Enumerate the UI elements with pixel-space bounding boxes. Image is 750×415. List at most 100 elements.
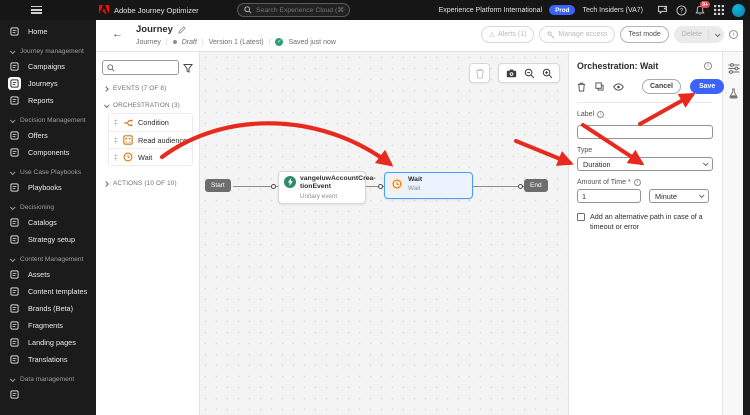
- sidebar-item-reports[interactable]: Reports: [0, 92, 96, 109]
- snapshot-camera-icon[interactable]: [506, 68, 517, 78]
- sidebar-item-catalogs[interactable]: Catalogs: [0, 214, 96, 231]
- duplicate-icon[interactable]: [595, 82, 604, 91]
- amount-info-icon[interactable]: i: [633, 179, 641, 186]
- experiment-flask-icon[interactable]: [727, 87, 740, 100]
- sidebar-item-label: Journeys: [28, 79, 58, 88]
- feedback-icon[interactable]: [656, 4, 668, 16]
- drag-handle-icon[interactable]: [114, 119, 118, 126]
- palette-section-actions[interactable]: ACTIONS (10 OF 10): [103, 180, 193, 187]
- org-name[interactable]: Experience Platform International: [439, 7, 543, 14]
- zoom-in-icon[interactable]: [542, 68, 553, 79]
- drag-handle-icon[interactable]: [114, 136, 118, 144]
- wait-clock-icon: [123, 152, 133, 162]
- palette-search-input[interactable]: [118, 64, 174, 71]
- chevron-down-icon: [9, 375, 16, 382]
- sidebar-item-label: Campaigns: [28, 62, 65, 71]
- back-arrow-icon[interactable]: ←: [112, 29, 123, 40]
- type-select[interactable]: Duration: [577, 157, 713, 171]
- sidebar-section-data-management[interactable]: Data management: [0, 373, 96, 386]
- unit-select[interactable]: Minute: [649, 189, 709, 203]
- node-palette: EVENTS (7 OF 8) ORCHESTRATION (3) Condit…: [96, 52, 200, 415]
- palette-section-events[interactable]: EVENTS (7 OF 8): [103, 85, 193, 92]
- sidebar-item-offers[interactable]: Offers: [0, 127, 96, 144]
- sidebar-section-content-management[interactable]: Content Management: [0, 253, 96, 266]
- chevron-down-icon: [698, 192, 705, 199]
- palette-section-orchestration[interactable]: ORCHESTRATION (3): [103, 101, 193, 109]
- properties-sliders-icon[interactable]: [727, 62, 740, 75]
- alternative-path-checkbox[interactable]: [577, 213, 585, 221]
- reports-icon: [8, 94, 21, 107]
- notifications-bell-icon[interactable]: 9+: [694, 1, 710, 16]
- sidebar-item-home[interactable]: Home: [0, 23, 96, 40]
- sidebar-item-content-templates[interactable]: Content templates: [0, 283, 96, 300]
- sidebar-section-journey-management[interactable]: Journey management: [0, 45, 96, 58]
- sidebar-item-campaigns[interactable]: Campaigns: [0, 58, 96, 75]
- palette-item-wait[interactable]: Wait: [109, 148, 192, 165]
- event-node[interactable]: vangeluwAccountCrea- tionEvent Unitary e…: [278, 171, 376, 204]
- sidebar-item-translations[interactable]: Translations: [0, 351, 96, 368]
- journey-info-icon[interactable]: i: [729, 30, 738, 39]
- journey-canvas[interactable]: Start vangeluwAccountCrea- tionEvent Uni…: [200, 52, 568, 415]
- user-avatar[interactable]: [732, 3, 745, 17]
- zoom-out-icon[interactable]: [524, 68, 535, 79]
- status-dot-icon: [172, 40, 177, 44]
- key-icon: [547, 31, 555, 39]
- amount-input[interactable]: [577, 189, 641, 203]
- sidebar-item-partial[interactable]: [0, 386, 96, 403]
- palette-item-condition[interactable]: Condition: [109, 114, 192, 131]
- connector-port[interactable]: [378, 183, 383, 189]
- sidebar-section-use-case-playbooks[interactable]: Use Case Playbooks: [0, 166, 96, 179]
- wait-node[interactable]: Wait Wait: [384, 172, 473, 199]
- cancel-button[interactable]: Cancel: [642, 79, 681, 94]
- app-switcher-grid-icon[interactable]: [713, 4, 725, 16]
- chevron-right-icon: [103, 85, 109, 92]
- palette-item-read-audience[interactable]: Read audience: [109, 131, 192, 148]
- help-icon[interactable]: ?: [675, 4, 687, 16]
- global-search[interactable]: [237, 3, 350, 17]
- chevron-down-icon: [103, 101, 110, 108]
- event-icon: [284, 176, 296, 188]
- label-input[interactable]: [577, 124, 713, 139]
- sidebar-item-journeys[interactable]: Journeys: [0, 75, 96, 92]
- canvas-delete-button[interactable]: [469, 63, 490, 83]
- inspector-info-icon[interactable]: i: [704, 62, 712, 70]
- global-search-input[interactable]: [256, 6, 345, 14]
- sidebar-item-strategy-setup[interactable]: Strategy setup: [0, 231, 96, 248]
- main-content: ← Journey Journey | Draft | Version 1 (L…: [96, 20, 750, 415]
- alternative-path-label: Add an alternative path in case of a tim…: [590, 212, 703, 232]
- environment-badge[interactable]: Prod: [549, 5, 576, 15]
- hamburger-menu-icon[interactable]: [31, 6, 42, 14]
- adobe-logo-icon[interactable]: [99, 4, 109, 14]
- save-button[interactable]: Save: [689, 79, 725, 94]
- chevron-down-icon: [9, 116, 16, 123]
- delete-button[interactable]: Delete: [673, 26, 724, 43]
- alerts-button[interactable]: ⚠ Alerts (1): [480, 26, 535, 43]
- sidebar-section-label: Use Case Playbooks: [20, 169, 82, 176]
- sidebar-item-brands-beta[interactable]: Brands (Beta): [0, 300, 96, 317]
- sidebar-item-playbooks[interactable]: Playbooks: [0, 179, 96, 196]
- tenant-name[interactable]: Tech Insiders (VA7): [582, 7, 643, 14]
- eye-icon[interactable]: [613, 82, 624, 91]
- canvas-view-controls: [498, 63, 560, 83]
- test-mode-button[interactable]: Test mode: [620, 26, 669, 43]
- trash-icon[interactable]: [577, 82, 586, 92]
- manage-access-button[interactable]: Manage access: [539, 26, 616, 43]
- breadcrumb-app[interactable]: Journey: [136, 39, 161, 46]
- version-label[interactable]: Version 1 (Latest): [209, 39, 264, 46]
- sidebar-item-fragments[interactable]: Fragments: [0, 317, 96, 334]
- label-info-icon[interactable]: i: [597, 111, 605, 118]
- sidebar-item-assets[interactable]: Assets: [0, 266, 96, 283]
- sidebar-item-components[interactable]: Components: [0, 144, 96, 161]
- sidebar-section-decisioning[interactable]: Decisioning: [0, 201, 96, 214]
- sidebar-item-landing-pages[interactable]: Landing pages: [0, 334, 96, 351]
- type-select-value: Duration: [583, 159, 611, 169]
- edit-pencil-icon[interactable]: [178, 25, 186, 34]
- connector-port[interactable]: [271, 183, 276, 189]
- filter-icon[interactable]: [183, 63, 193, 73]
- page-title: Journey: [136, 24, 173, 35]
- drag-handle-icon[interactable]: [114, 153, 118, 161]
- connector-port[interactable]: [518, 183, 523, 189]
- palette-search[interactable]: [102, 60, 179, 75]
- sidebar-section-decision-management[interactable]: Decision Management: [0, 114, 96, 127]
- search-icon: [244, 6, 252, 14]
